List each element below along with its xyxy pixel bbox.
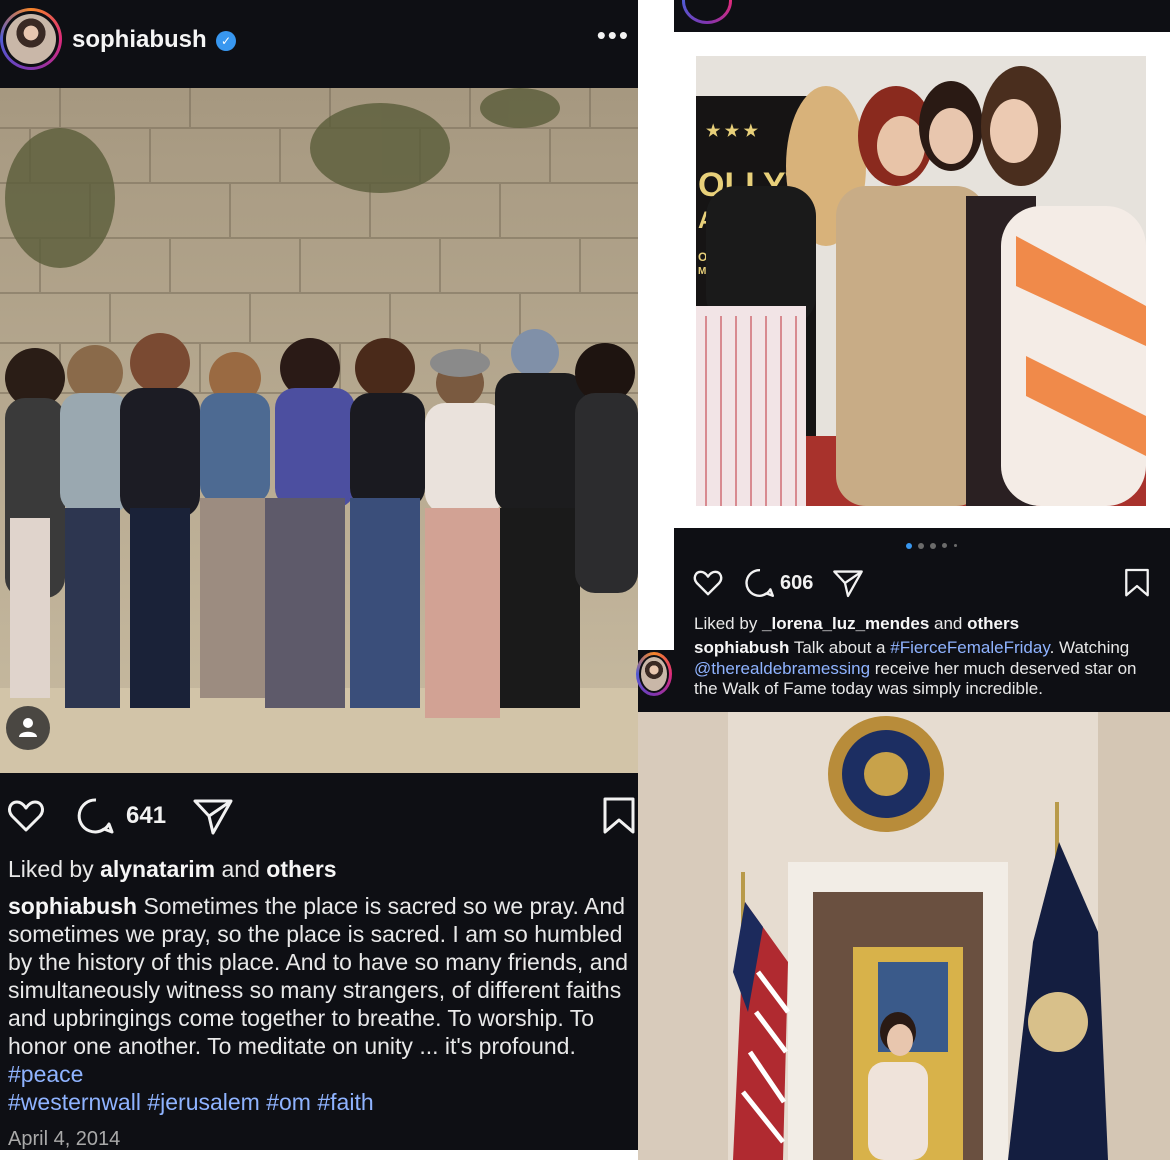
hashtag-link[interactable]: #peace (8, 1061, 83, 1087)
bookmark-save-icon[interactable] (1124, 567, 1150, 599)
post-photo-walk-of-fame[interactable]: ★ ★ ★ OLLYW ALK OLL MBE (696, 56, 1146, 506)
carousel-indicator (674, 528, 1170, 562)
liked-by-line: Liked by alynatarim and others (8, 856, 337, 882)
carousel-dot (930, 543, 936, 549)
carousel-dot-active (906, 543, 912, 549)
right-top-post-details: 606 Liked by _lorena_luz_mendes and othe… (674, 562, 1170, 722)
mention-link[interactable]: @therealdebramessing (694, 659, 870, 678)
post-header: sophiabush ✓ ••• (0, 0, 638, 88)
comment-icon[interactable] (744, 567, 776, 599)
verified-badge-icon: ✓ (216, 31, 236, 51)
liked-by-user-link[interactable]: alynatarim (100, 856, 215, 882)
username-link[interactable]: sophiabush (72, 26, 207, 54)
caption-username-link[interactable]: sophiabush (694, 638, 789, 657)
liked-by-others-link[interactable]: others (967, 614, 1019, 633)
person-icon (19, 718, 37, 737)
profile-avatar[interactable] (636, 652, 672, 696)
hashtag-link[interactable]: #FierceFemaleFriday (890, 638, 1049, 657)
post-date: April 4, 2014 (8, 1128, 121, 1150)
carousel-dot (918, 543, 924, 549)
caption-username-link[interactable]: sophiabush (8, 893, 137, 919)
carousel-dot (954, 544, 957, 547)
profile-avatar[interactable] (0, 8, 62, 70)
post-caption: sophiabush Talk about a #FierceFemaleFri… (694, 638, 1137, 698)
bookmark-save-icon[interactable] (602, 796, 636, 836)
walk-of-fame-photo: ★ ★ ★ OLLYW ALK OLL MBE (696, 56, 1146, 506)
carousel-dot (942, 543, 947, 548)
liked-by-line: Liked by _lorena_luz_mendes and others (694, 614, 1020, 633)
post-actions-bar (0, 790, 638, 842)
profile-avatar[interactable] (682, 0, 732, 24)
like-heart-icon[interactable] (6, 796, 46, 836)
liked-by-others-link[interactable]: others (266, 856, 336, 882)
svg-text:★ ★ ★: ★ ★ ★ (706, 123, 759, 140)
like-heart-icon[interactable] (692, 567, 724, 599)
more-options-icon[interactable]: ••• (597, 20, 630, 51)
hashtag-links[interactable]: #westernwall #jerusalem #om #faith (8, 1089, 374, 1115)
tagged-people-button[interactable] (6, 706, 50, 750)
share-send-icon[interactable] (192, 796, 234, 836)
comment-count: 641 (126, 802, 167, 829)
right-post-header-strip (674, 0, 1170, 32)
liked-by-user-link[interactable]: _lorena_luz_mendes (762, 614, 929, 633)
left-instagram-post: sophiabush ✓ ••• 641 Liked by alynatarim… (0, 0, 638, 1150)
share-send-icon[interactable] (832, 567, 864, 599)
post-photo-white-house[interactable] (638, 712, 1170, 1160)
post-caption: sophiabush Sometimes the place is sacred… (8, 893, 629, 1115)
comment-icon[interactable] (76, 796, 116, 836)
western-wall-photo (0, 88, 638, 773)
white-house-photo (638, 712, 1170, 1160)
post-photo-western-wall[interactable] (0, 88, 638, 773)
comment-count: 606 (780, 572, 814, 594)
